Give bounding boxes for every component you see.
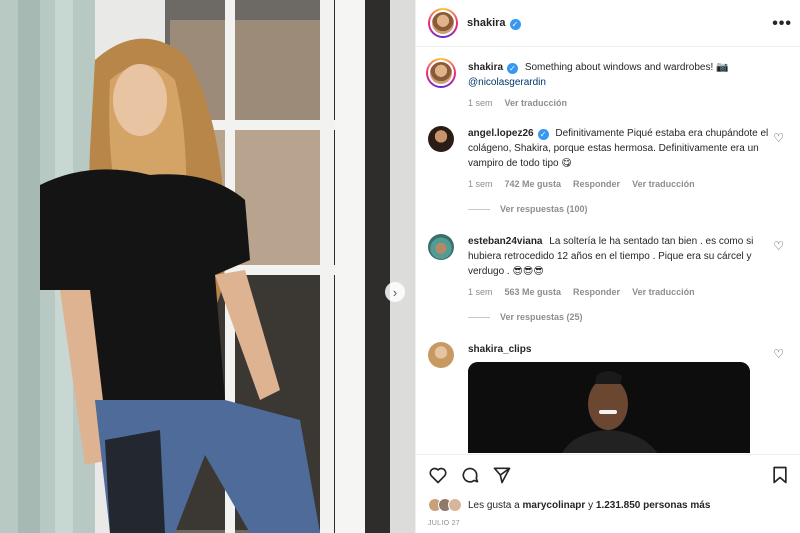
likes-prefix: Les gusta a	[468, 499, 520, 511]
comment-username[interactable]: shakira_clips	[468, 344, 531, 355]
likes-mid: y	[588, 499, 594, 511]
chevron-right-icon: ›	[392, 284, 398, 300]
comment: angel.lopez26 ✓ Definitivamente Piqué est…	[428, 126, 788, 192]
video-thumbnail-image	[468, 362, 750, 453]
translate-link[interactable]: Ver traducción	[632, 285, 695, 300]
bookmark-icon	[773, 466, 787, 484]
comment-likes[interactable]: 742 Me gusta	[505, 177, 562, 192]
next-photo-button[interactable]: ›	[385, 282, 405, 302]
caption-text: Something about windows and wardrobes! 📷	[524, 62, 729, 73]
comment-button[interactable]	[458, 463, 482, 487]
avatar[interactable]	[428, 8, 458, 38]
heart-icon[interactable]: ♡	[773, 131, 784, 145]
comment: esteban24viana La soltería le ha sentado…	[428, 234, 788, 300]
post-header: shakira ✓ •••	[416, 0, 800, 47]
like-button[interactable]	[426, 463, 450, 487]
reply-button[interactable]: Responder	[573, 285, 620, 300]
post-photo: ›	[0, 0, 415, 533]
likes-summary[interactable]: Les gusta a marycolinapr y 1.231.850 per…	[428, 498, 710, 512]
avatar[interactable]	[428, 342, 454, 368]
save-button[interactable]	[768, 463, 792, 487]
author-username[interactable]: shakira ✓	[467, 17, 521, 30]
caption: shakira ✓ Something about windows and war…	[426, 58, 788, 111]
verified-icon: ✓	[507, 63, 519, 74]
likes-user[interactable]: marycolinapr	[523, 500, 586, 511]
post-sidebar: shakira ✓ ••• shakira ✓ Something about wi…	[415, 0, 800, 533]
liker-avatars	[428, 498, 462, 512]
verified-icon: ✓	[509, 18, 521, 30]
comment-username[interactable]: esteban24viana	[468, 236, 543, 247]
avatar[interactable]	[426, 58, 456, 88]
share-icon	[493, 467, 511, 484]
heart-icon[interactable]: ♡	[773, 239, 784, 253]
caption-mention[interactable]: @nicolasgerardin	[468, 77, 546, 88]
avatar[interactable]	[428, 126, 454, 152]
comment-icon	[462, 467, 479, 483]
comment: shakira_clips ♡	[428, 342, 788, 368]
verified-icon: ✓	[537, 129, 549, 140]
comment-username[interactable]: angel.lopez26 ✓	[468, 128, 549, 140]
caption-time: 1 sem	[468, 98, 493, 108]
avatar[interactable]	[428, 234, 454, 260]
comment-time: 1 sem	[468, 179, 493, 189]
translate-link[interactable]: Ver traducción	[632, 177, 695, 192]
comment-video-thumbnail[interactable]	[468, 362, 750, 453]
translate-link[interactable]: Ver traducción	[505, 96, 568, 111]
caption-username[interactable]: shakira ✓	[468, 62, 519, 74]
heart-icon[interactable]: ♡	[773, 347, 784, 361]
reply-button[interactable]: Responder	[573, 177, 620, 192]
likes-count[interactable]: 1.231.850 personas más	[596, 500, 711, 511]
comment-likes[interactable]: 563 Me gusta	[505, 285, 562, 300]
view-replies-button[interactable]: Ver respuestas (25)	[468, 312, 583, 322]
heart-icon	[429, 467, 447, 484]
post-image	[0, 0, 415, 533]
more-options-icon[interactable]: •••	[772, 15, 792, 33]
share-button[interactable]	[490, 463, 514, 487]
action-bar	[416, 454, 800, 494]
view-replies-button[interactable]: Ver respuestas (100)	[468, 204, 588, 214]
post-date: JULIO 27	[428, 520, 460, 527]
comments-list: shakira ✓ Something about windows and war…	[416, 48, 800, 453]
comment-time: 1 sem	[468, 287, 493, 297]
